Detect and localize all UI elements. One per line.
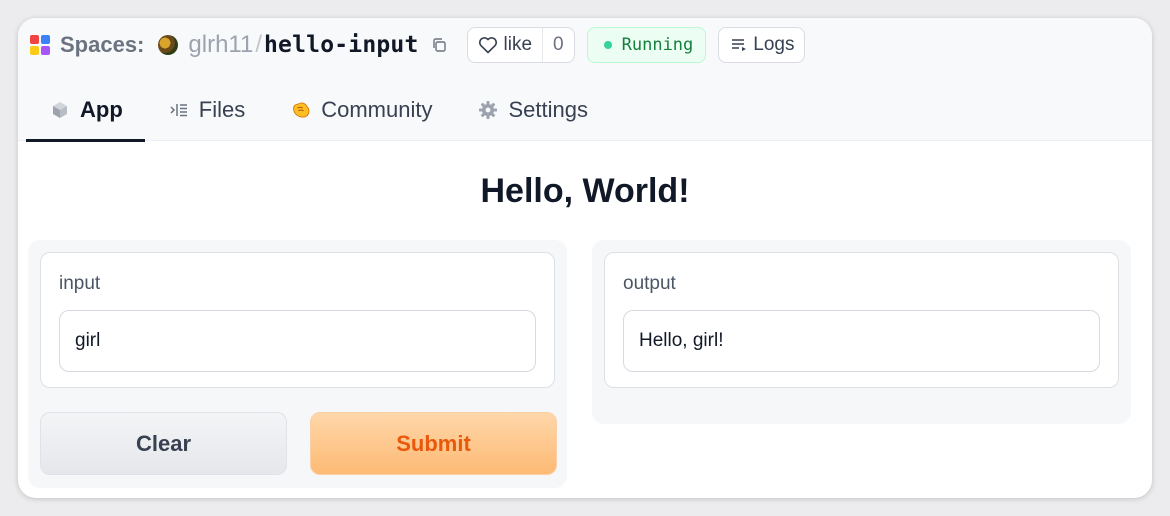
tab-app[interactable]: App [26,78,145,142]
tab-community[interactable]: Community [267,78,454,141]
browser-window: Spaces: glrh11 / hello-input like 0 Runn… [18,18,1152,498]
tab-settings-label: Settings [508,96,588,122]
output-block: output Hello, girl! [604,252,1119,388]
tab-community-label: Community [321,96,433,122]
input-panel: input girl Clear Submit [28,240,567,488]
space-header: Spaces: glrh11 / hello-input like 0 Runn… [18,18,1152,142]
logs-button[interactable]: Logs [718,27,806,63]
output-panel: output Hello, girl! [592,240,1131,424]
input-block: input girl [40,252,555,388]
copy-icon[interactable] [431,37,447,53]
tab-files[interactable]: Files [145,78,267,141]
spaces-logo-icon[interactable] [30,35,50,55]
logo-square-purple [41,46,50,55]
status-text: Running [621,35,694,55]
like-button[interactable]: like 0 [466,27,575,63]
like-toggle[interactable]: like [468,28,544,62]
logo-square-red [30,35,39,44]
owner-avatar[interactable] [158,35,179,55]
input-label: input [59,273,101,294]
space-title-bar: Spaces: glrh11 / hello-input like 0 Runn… [30,27,806,63]
logs-icon [732,39,747,51]
space-tabs: App Files Community Settings [26,78,610,142]
clap-icon [291,100,311,120]
tab-app-label: App [80,96,123,122]
app-content: Hello, World! input girl Clear Submit ou… [18,142,1152,498]
input-textbox[interactable]: girl [59,310,536,372]
tab-files-label: Files [198,96,246,122]
output-textbox[interactable]: Hello, girl! [623,310,1100,372]
gear-icon [478,100,498,120]
logs-label: Logs [753,34,795,55]
heart-icon [478,37,497,54]
logo-square-yellow [30,46,39,55]
files-icon [169,100,189,120]
like-label: like [503,34,533,55]
submit-button[interactable]: Submit [310,412,557,475]
logo-square-blue [41,35,50,44]
owner-link[interactable]: glrh11 [188,31,253,59]
path-separator: / [255,31,262,58]
clear-button[interactable]: Clear [40,412,287,475]
page-title: Hello, World! [480,172,690,210]
tab-settings[interactable]: Settings [454,78,610,141]
space-name[interactable]: hello-input [264,32,419,58]
like-count[interactable]: 0 [543,34,574,56]
output-label: output [623,273,676,294]
status-dot-icon [603,41,612,49]
spaces-link[interactable]: Spaces: [60,32,144,58]
cube-icon [50,100,70,120]
status-badge[interactable]: Running [586,27,707,63]
